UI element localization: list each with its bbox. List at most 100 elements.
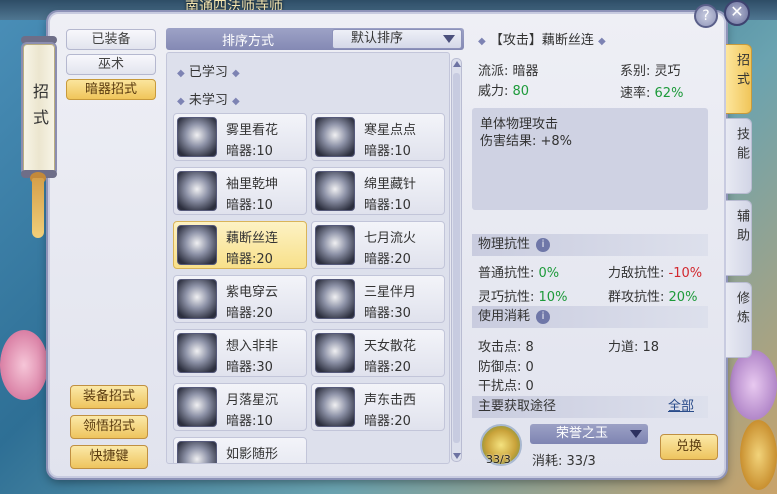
skill-level: 暗器:20 bbox=[226, 252, 273, 267]
skill-icon bbox=[177, 441, 217, 463]
skill-card[interactable]: 三星伴月 暗器:30 bbox=[311, 275, 445, 323]
comprehend-skill-button[interactable]: 领悟招式 bbox=[70, 415, 148, 439]
disrupt-points-stat: 干扰点: 0 bbox=[478, 379, 534, 394]
skill-detail-title: 【攻击】藕断丝连 bbox=[489, 33, 594, 48]
force-resist-stat: 力敌抗性: -10% bbox=[608, 266, 703, 281]
skill-icon bbox=[315, 387, 355, 427]
skill-icon bbox=[315, 333, 355, 373]
skill-card[interactable]: 寒星点点 暗器:10 bbox=[311, 113, 445, 161]
diamond-icon: ◆ bbox=[177, 96, 185, 107]
normal-resist-stat: 普通抗性: 0% bbox=[478, 266, 560, 281]
skill-level: 暗器:10 bbox=[226, 414, 273, 429]
skill-card[interactable]: 月落星沉 暗器:10 bbox=[173, 383, 307, 431]
skill-icon bbox=[315, 171, 355, 211]
skill-name: 藕断丝连 bbox=[226, 231, 279, 246]
skill-name: 声东击西 bbox=[364, 393, 417, 408]
consume-stat: 消耗: 33/3 bbox=[532, 454, 596, 469]
diamond-icon: ◆ bbox=[598, 36, 606, 47]
source-all-link[interactable]: 全部 bbox=[668, 396, 694, 418]
left-scroll-tab[interactable]: 招式 bbox=[23, 44, 55, 174]
item-count: 33/3 bbox=[486, 453, 511, 466]
source-section-header: 主要获取途径 全部 bbox=[472, 396, 708, 418]
skill-name: 月落星沉 bbox=[226, 393, 279, 408]
lotus-decoration bbox=[740, 420, 777, 490]
skill-card[interactable]: 雾里看花 暗器:10 bbox=[173, 113, 307, 161]
skill-card[interactable]: 袖里乾坤 暗器:10 bbox=[173, 167, 307, 215]
skill-description: 单体物理攻击 伤害结果: +8% bbox=[472, 108, 708, 210]
skill-name: 想入非非 bbox=[226, 339, 279, 354]
skill-list-scrollbar[interactable] bbox=[451, 58, 462, 462]
skill-card-selected[interactable]: 藕断丝连 暗器:20 bbox=[173, 221, 307, 269]
help-icon[interactable]: ? bbox=[694, 4, 718, 28]
category-hidden-weapon[interactable]: 暗器招式 bbox=[66, 79, 156, 100]
tab-cultivation-label: 修炼 bbox=[734, 291, 749, 329]
skill-description-line: 单体物理攻击 bbox=[480, 117, 559, 132]
info-icon[interactable]: i bbox=[536, 237, 551, 252]
group-unlearned[interactable]: ◆ 未学习 ◆ bbox=[177, 89, 240, 108]
sort-dropdown[interactable]: 默认排序 bbox=[332, 29, 462, 49]
tab-skills[interactable]: 技能 bbox=[726, 118, 752, 194]
skill-detail-title-bar: ◆ 【攻击】藕断丝连 ◆ bbox=[472, 28, 710, 54]
info-icon[interactable]: i bbox=[536, 309, 551, 324]
scroll-down-icon[interactable] bbox=[453, 453, 461, 459]
tab-moves[interactable]: 招式 bbox=[726, 44, 752, 114]
tab-skills-label: 技能 bbox=[734, 127, 749, 165]
equip-skill-button[interactable]: 装备招式 bbox=[70, 385, 148, 409]
force-stat: 力道: 18 bbox=[608, 340, 660, 355]
skill-icon bbox=[315, 117, 355, 157]
skill-level: 暗器:20 bbox=[364, 414, 411, 429]
skill-name: 袖里乾坤 bbox=[226, 177, 279, 192]
skill-level: 暗器:10 bbox=[364, 198, 411, 213]
skill-icon bbox=[177, 171, 217, 211]
tab-assist-label: 辅助 bbox=[734, 209, 749, 247]
category-sorcery[interactable]: 巫术 bbox=[66, 54, 156, 75]
category-equipped[interactable]: 已装备 bbox=[66, 29, 156, 50]
skill-detail-panel: ◆ 【攻击】藕断丝连 ◆ 流派: 暗器 系别: 灵巧 威力: 80 速率: 62… bbox=[472, 28, 718, 476]
skill-icon bbox=[177, 333, 217, 373]
hotkey-button[interactable]: 快捷键 bbox=[70, 445, 148, 469]
skill-icon bbox=[177, 117, 217, 157]
skill-level: 暗器:20 bbox=[364, 252, 411, 267]
scroll-thumb[interactable] bbox=[453, 73, 460, 443]
diamond-icon: ◆ bbox=[177, 68, 185, 79]
skill-card[interactable]: 天女散花 暗器:20 bbox=[311, 329, 445, 377]
skill-level: 暗器:30 bbox=[226, 360, 273, 375]
exchange-button[interactable]: 兑换 bbox=[660, 434, 718, 460]
skill-card[interactable]: 绵里藏针 暗器:10 bbox=[311, 167, 445, 215]
skill-name: 天女散花 bbox=[364, 339, 417, 354]
skill-card[interactable]: 声东击西 暗器:20 bbox=[311, 383, 445, 431]
sort-bar: 排序方式 默认排序 bbox=[166, 28, 464, 50]
skill-name: 绵里藏针 bbox=[364, 177, 417, 192]
skill-card[interactable]: 想入非非 暗器:30 bbox=[173, 329, 307, 377]
skill-icon bbox=[177, 387, 217, 427]
defense-points-stat: 防御点: 0 bbox=[478, 360, 534, 375]
skill-name: 如影随形 bbox=[226, 447, 279, 462]
tab-cultivation[interactable]: 修炼 bbox=[726, 282, 752, 358]
tab-moves-label: 招式 bbox=[734, 53, 749, 91]
skill-card[interactable]: 如影随形 bbox=[173, 437, 307, 463]
skill-card[interactable]: 七月流火 暗器:20 bbox=[311, 221, 445, 269]
skill-list-panel: ◆ 已学习 ◆ ◆ 未学习 ◆ 雾里看花 暗器:10 寒星点点 暗器:10 袖里… bbox=[166, 52, 450, 464]
skill-card[interactable]: 紫电穿云 暗器:20 bbox=[173, 275, 307, 323]
group-resist-stat: 群攻抗性: 20% bbox=[608, 290, 698, 305]
exchange-item-name: 荣誉之玉 bbox=[556, 426, 609, 441]
sort-dropdown-value: 默认排序 bbox=[351, 31, 404, 46]
lotus-decoration bbox=[730, 350, 777, 420]
diamond-icon: ◆ bbox=[478, 36, 486, 47]
skill-level: 暗器:10 bbox=[226, 198, 273, 213]
skill-name: 三星伴月 bbox=[364, 285, 417, 300]
close-icon[interactable]: ✕ bbox=[724, 0, 750, 26]
tab-assist[interactable]: 辅助 bbox=[726, 200, 752, 276]
dropdown-arrow-icon bbox=[630, 430, 642, 438]
skill-icon bbox=[177, 225, 217, 265]
cost-section-header: 使用消耗 i bbox=[472, 306, 708, 328]
diamond-icon: ◆ bbox=[232, 96, 240, 107]
attack-points-stat: 攻击点: 8 bbox=[478, 340, 534, 355]
skill-level: 暗器:10 bbox=[364, 144, 411, 159]
scroll-up-icon[interactable] bbox=[453, 61, 461, 67]
exchange-item-dropdown[interactable]: 荣誉之玉 bbox=[530, 424, 648, 444]
group-learned[interactable]: ◆ 已学习 ◆ bbox=[177, 61, 240, 80]
power-stat: 威力: 80 bbox=[478, 84, 530, 99]
group-unlearned-label: 未学习 bbox=[188, 93, 228, 108]
series-stat: 系别: 灵巧 bbox=[620, 64, 681, 79]
